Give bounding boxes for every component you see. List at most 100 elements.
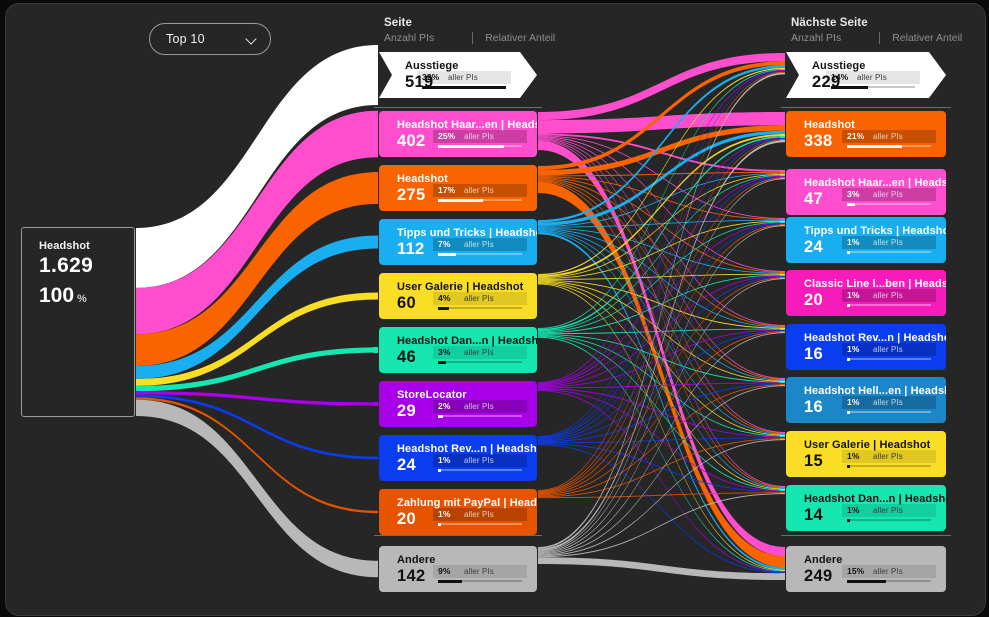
top-filter-label: Top 10 bbox=[166, 32, 205, 46]
header-divider bbox=[879, 32, 881, 44]
node-middle_nodes-0[interactable]: Ausstiege 519 32% aller PIs bbox=[379, 52, 537, 98]
node-middle_nodes-7[interactable]: Headshot Rev...n | Headshot 24 1% aller PIs bbox=[379, 435, 537, 481]
node-right_nodes-0[interactable]: Ausstiege 229 14% aller PIs bbox=[786, 52, 946, 98]
share-fill bbox=[438, 252, 457, 256]
node-share-meter: 4% aller PIs bbox=[433, 292, 527, 311]
share-fill bbox=[847, 410, 850, 414]
share-baseline bbox=[847, 519, 931, 521]
node-value: 275 bbox=[397, 186, 426, 204]
node-value: 16 bbox=[804, 345, 823, 363]
node-name: Andere bbox=[804, 554, 843, 566]
share-fill bbox=[847, 250, 850, 254]
share-caption: aller PIs bbox=[464, 347, 494, 357]
column-separator bbox=[781, 107, 951, 108]
column-title: Seite bbox=[384, 17, 412, 29]
share-fill bbox=[438, 360, 446, 364]
top-filter-dropdown[interactable]: Top 10 bbox=[149, 23, 271, 55]
node-value: 60 bbox=[397, 294, 416, 312]
node-right_nodes-9[interactable]: Andere 249 15% aller PIs bbox=[786, 546, 946, 592]
flow-connector-stub bbox=[373, 560, 378, 578]
share-baseline bbox=[438, 523, 522, 525]
share-fill bbox=[847, 464, 850, 468]
share-caption: aller PIs bbox=[464, 401, 494, 411]
share-fill bbox=[438, 198, 483, 202]
node-middle_nodes-6[interactable]: StoreLocator 29 2% aller PIs bbox=[379, 381, 537, 427]
node-share-meter: 32% aller PIs bbox=[417, 71, 511, 90]
node-right_nodes-2[interactable]: Headshot Haar...en | Headshot473%aller P… bbox=[786, 169, 946, 215]
node-middle_nodes-3[interactable]: Tipps und Tricks | Headshot 112 7% aller PI… bbox=[379, 219, 537, 265]
node-middle_nodes-9[interactable]: Andere 142 9% aller PIs bbox=[379, 546, 537, 592]
share-fill bbox=[831, 86, 868, 89]
node-right_nodes-6[interactable]: Headshot Hell...en | Headshot 16 1% aller P… bbox=[786, 377, 946, 423]
node-share-meter: 1% aller PIs bbox=[433, 454, 527, 473]
node-value: 15 bbox=[804, 452, 823, 470]
node-value: 16 bbox=[804, 398, 823, 416]
share-caption: aller PIs bbox=[464, 509, 494, 519]
share-percent: 7% bbox=[438, 239, 451, 249]
share-percent: 3% bbox=[847, 189, 860, 199]
column-separator bbox=[374, 107, 542, 108]
share-fill bbox=[438, 468, 441, 472]
flow-connector-stub bbox=[780, 112, 785, 126]
node-value: 338 bbox=[804, 132, 833, 150]
node-share-meter: 2% aller PIs bbox=[433, 400, 527, 419]
share-caption: aller PIs bbox=[873, 344, 903, 354]
node-value: 20 bbox=[397, 510, 416, 528]
column-separator bbox=[374, 535, 542, 536]
node-share-meter: 17% aller PIs bbox=[433, 184, 527, 203]
chevron-down-icon bbox=[247, 34, 258, 45]
source-node-percent-unit: % bbox=[77, 293, 87, 305]
node-right_nodes-7[interactable]: User Galerie | Headshot 15 1% aller PIs bbox=[786, 431, 946, 477]
flow-connector-stub bbox=[780, 573, 785, 580]
flow-connector-stub bbox=[373, 347, 378, 353]
node-share-meter: 21% aller PIs bbox=[842, 130, 936, 149]
node-right_nodes-5[interactable]: Headshot Rev...n | Headshot 16 1% aller PIs bbox=[786, 324, 946, 370]
flow-connector-stub bbox=[780, 332, 785, 334]
node-middle_nodes-8[interactable]: Zahlung mit PayPal | Headshot201%aller P… bbox=[379, 489, 537, 535]
flow-connector-stub bbox=[780, 178, 785, 180]
flow-connector-stub bbox=[780, 72, 785, 75]
node-value: 112 bbox=[397, 240, 425, 258]
flow-connector-stub bbox=[780, 439, 785, 441]
node-value: 142 bbox=[397, 567, 426, 585]
share-caption: aller PIs bbox=[857, 72, 887, 82]
node-right_nodes-3[interactable]: Tipps und Tricks | Headshot 24 1% aller PIs bbox=[786, 217, 946, 263]
node-right_nodes-4[interactable]: Classic Line l...ben | Headshot201%aller… bbox=[786, 270, 946, 316]
node-middle_nodes-1[interactable]: Headshot Haar...en | Headshot40225%aller… bbox=[379, 111, 537, 157]
share-percent: 1% bbox=[847, 290, 860, 300]
share-fill bbox=[438, 144, 504, 148]
flow-connector-stub bbox=[780, 556, 785, 568]
node-share-meter: 15% aller PIs bbox=[842, 565, 936, 584]
share-caption: aller PIs bbox=[464, 566, 494, 576]
share-fill bbox=[438, 306, 449, 310]
share-caption: aller PIs bbox=[873, 290, 903, 300]
flow-connector-stub bbox=[373, 45, 378, 105]
share-percent: 1% bbox=[438, 455, 451, 465]
flow-connector-stub bbox=[373, 172, 378, 204]
node-right_nodes-1[interactable]: Headshot 338 21% aller PIs bbox=[786, 111, 946, 157]
share-caption: aller PIs bbox=[464, 293, 494, 303]
node-middle_nodes-4[interactable]: User Galerie | Headshot 60 4% aller PIs bbox=[379, 273, 537, 319]
share-caption: aller PIs bbox=[873, 451, 903, 461]
share-baseline bbox=[438, 469, 522, 471]
share-percent: 1% bbox=[847, 505, 860, 515]
node-share-meter: 1% aller PIs bbox=[842, 236, 936, 255]
node-share-meter: 1% aller PIs bbox=[433, 508, 527, 527]
flow-connector-stub bbox=[373, 402, 378, 406]
share-baseline bbox=[438, 361, 522, 363]
node-share-meter: 1% aller PIs bbox=[842, 396, 936, 415]
share-caption: aller PIs bbox=[464, 131, 494, 141]
share-fill bbox=[847, 518, 850, 522]
source-node-headshot[interactable]: Headshot 1.629 100% bbox=[21, 227, 135, 417]
column-title: Nächste Seite bbox=[791, 17, 868, 29]
node-value: 402 bbox=[397, 132, 426, 150]
column-metric-label: Anzahl PIs bbox=[384, 32, 435, 44]
node-share-meter: 1% aller PIs bbox=[842, 504, 936, 523]
node-right_nodes-8[interactable]: Headshot Dan...n | Headshot 14 1% aller PIs bbox=[786, 485, 946, 531]
flow-connector-stub bbox=[373, 292, 378, 300]
node-middle_nodes-5[interactable]: Headshot Dan...n | Headshot 46 3% aller PIs bbox=[379, 327, 537, 373]
sankey-panel: Top 10 Seite Anzahl PIs Relativer Anteil… bbox=[5, 3, 986, 616]
share-caption: aller PIs bbox=[873, 505, 903, 515]
node-middle_nodes-2[interactable]: Headshot 275 17% aller PIs bbox=[379, 165, 537, 211]
share-percent: 1% bbox=[847, 397, 860, 407]
